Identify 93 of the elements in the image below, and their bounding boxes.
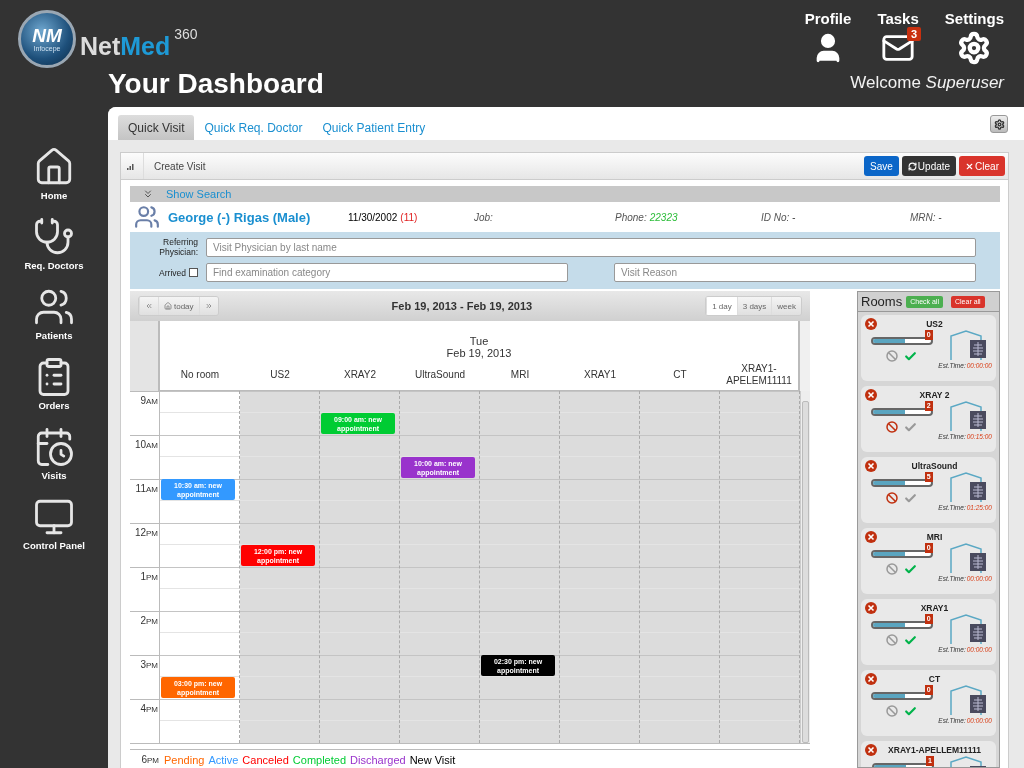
phone-number: 22323 (649, 211, 678, 223)
day-date: Feb 19, 2013 (446, 347, 512, 359)
scrollbar-cap (800, 321, 810, 391)
welcome-text: Welcome Superuser (850, 73, 1004, 93)
tab[interactable]: Quick Req. Doctor (194, 115, 313, 140)
legend-label: Discharged (350, 753, 406, 766)
patient-avatar-icon (134, 204, 160, 230)
tab[interactable]: Quick Patient Entry (312, 115, 436, 140)
remove-icon[interactable] (865, 744, 877, 756)
hour-label: 3PM (130, 655, 159, 699)
check-icon[interactable] (904, 421, 918, 434)
room-name: XRAY 2 (918, 390, 951, 400)
sidebar-item[interactable]: Home (40, 190, 68, 201)
birth-date: 11/30/2002 (348, 211, 398, 223)
remove-icon[interactable] (865, 318, 877, 330)
check-icon[interactable] (904, 492, 918, 505)
phone-label: Phone: (615, 211, 647, 223)
age: (11) (400, 211, 418, 223)
nav-link[interactable]: Tasks (877, 10, 919, 27)
sidebar-item[interactable]: Orders (38, 400, 70, 411)
check-icon[interactable] (904, 350, 918, 363)
hour-label: 4PM (130, 699, 159, 743)
sidebar-item[interactable]: Visits (41, 470, 67, 481)
hour-label: 6PM (140, 754, 160, 765)
page-title: Your Dashboard (108, 68, 324, 100)
check-icon[interactable] (904, 563, 918, 576)
category-field[interactable]: Find examination category (206, 263, 568, 282)
sidebar-item[interactable]: Control Panel (23, 540, 85, 551)
legend-label: New Visit (409, 753, 456, 766)
view-button[interactable]: 3 days (736, 297, 772, 315)
block-icon[interactable] (886, 492, 899, 504)
room-name: XRAY1-APELLEM11111 (887, 745, 982, 755)
hour-label: 12PM (130, 523, 159, 567)
hour-label: 9AM (130, 391, 159, 435)
scrollbar[interactable] (800, 391, 810, 743)
remove-icon[interactable] (865, 389, 877, 401)
room-name: US2 (925, 319, 944, 329)
sidebar-item[interactable]: Req. Doctors (24, 260, 84, 271)
legend-label: Canceled (242, 753, 289, 766)
brand-name: NetMed (80, 32, 171, 61)
refresh-icon (907, 161, 917, 171)
view-button[interactable]: 1 day (706, 297, 737, 315)
signal-icon (127, 162, 135, 170)
field-label: Referring Physician: (158, 237, 198, 257)
check-icon[interactable] (904, 634, 918, 647)
reason-field[interactable]: Visit Reason (614, 263, 976, 282)
brand-superscript: 360 (174, 26, 198, 42)
patient-name: George (-) Rigas (Male) (168, 209, 312, 225)
field-label: Arrived (159, 267, 186, 278)
close-icon (965, 161, 975, 171)
update-button[interactable]: Update (901, 156, 957, 176)
remove-icon[interactable] (865, 460, 877, 472)
remove-icon[interactable] (865, 531, 877, 543)
home-icon (164, 302, 172, 310)
nav-link[interactable]: Settings (944, 10, 1004, 27)
job-label: Job: (474, 211, 493, 223)
chevrons-left-icon (145, 302, 153, 310)
today-button[interactable]: today (158, 297, 199, 315)
physician-field[interactable]: Visit Physician by last name (206, 237, 976, 257)
legend-label: Completed (292, 753, 347, 766)
count-badge: 3 (906, 27, 922, 41)
room-name: XRAY1 (919, 603, 950, 613)
remove-icon[interactable] (865, 602, 877, 614)
rooms-title: Rooms (861, 294, 903, 309)
view-button[interactable]: week (771, 297, 801, 315)
check-icon[interactable] (904, 705, 918, 718)
nav-link[interactable]: Profile (804, 10, 852, 27)
panel-title: Create Visit (154, 160, 207, 172)
hour-label: 10AM (130, 435, 159, 479)
day-name: Tue (469, 335, 489, 347)
logo-initials: NM (32, 25, 62, 45)
room-name: MRI (925, 532, 944, 542)
legend-label: Pending (164, 753, 205, 766)
mrn: MRN: - (910, 211, 942, 223)
settings-icon[interactable] (957, 31, 992, 65)
sidebar-item[interactable]: Patients (35, 330, 73, 341)
room-name: UltraSound (910, 461, 959, 471)
hour-label: 2PM (130, 611, 159, 655)
clear-button[interactable]: Clear (959, 156, 1005, 176)
date-range: Feb 19, 2013 - Feb 19, 2013 (390, 300, 534, 312)
tab[interactable]: Quick Visit (118, 115, 195, 140)
arrived-checkbox[interactable] (189, 268, 198, 277)
save-button[interactable]: Save (864, 156, 899, 176)
chevrons-right-icon (204, 302, 213, 310)
hour-label: 1PM (130, 567, 159, 611)
id-number: ID No: - (761, 211, 796, 223)
remove-icon[interactable] (865, 673, 877, 685)
block-icon[interactable] (886, 421, 899, 433)
hour-label: 11AM (130, 479, 159, 523)
settings-button[interactable] (990, 115, 1008, 133)
room-name: CT (927, 674, 942, 684)
legend-label: Active (208, 753, 239, 766)
chevrons-down-icon[interactable] (142, 188, 154, 200)
